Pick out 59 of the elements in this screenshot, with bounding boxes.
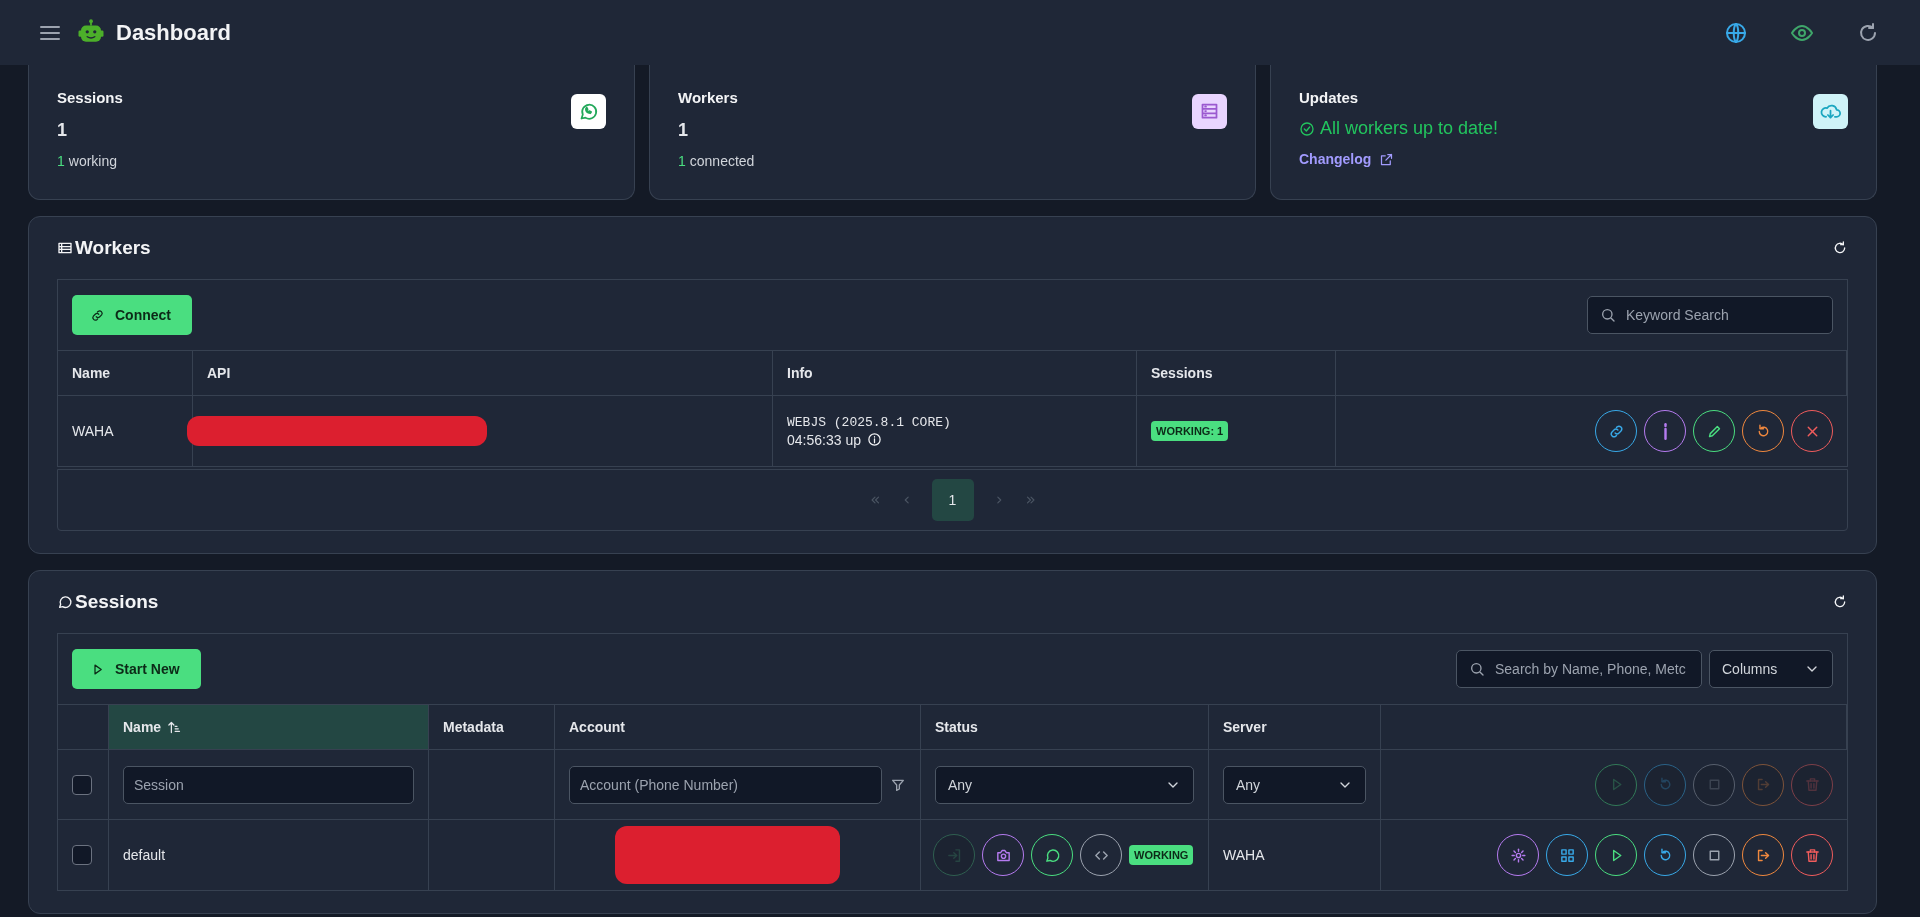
- account-filter-field[interactable]: Account (Phone Number): [569, 765, 882, 804]
- session-filter-field[interactable]: Session: [123, 765, 414, 804]
- trash-icon: [1803, 846, 1821, 864]
- status-badge: WORKING: 1: [1151, 421, 1229, 441]
- column-header[interactable]: Status: [921, 705, 1209, 750]
- search-field[interactable]: Keyword Search: [1587, 296, 1833, 334]
- info-icon: [1662, 422, 1668, 440]
- login-icon: [945, 846, 963, 864]
- update-status: All workers up to date!: [1320, 118, 1499, 139]
- stat-value: 1: [57, 120, 68, 141]
- checkbox[interactable]: [72, 845, 92, 865]
- server-filter-dropdown[interactable]: Any: [1223, 765, 1366, 804]
- page-title: Dashboard: [116, 19, 231, 46]
- column-header[interactable]: Account: [555, 705, 921, 750]
- chat-bubble-icon: [1043, 846, 1061, 864]
- table-cell: default: [109, 820, 429, 890]
- section-title: Workers: [75, 237, 151, 259]
- globe-icon[interactable]: [1724, 20, 1748, 45]
- engine-version: WEBJS (2025.8.1 CORE): [787, 414, 951, 430]
- column-header[interactable]: Name: [109, 705, 429, 750]
- card-title: Updates: [1299, 89, 1360, 106]
- column-header[interactable]: Metadata: [429, 705, 555, 750]
- trash-icon: [1803, 776, 1821, 793]
- server-stack-icon: [1199, 101, 1220, 122]
- section-title: Sessions: [75, 591, 159, 613]
- column-header[interactable]: API: [193, 351, 773, 396]
- changelog-link[interactable]: Changelog: [1299, 151, 1372, 167]
- stat-label: connected: [689, 153, 755, 169]
- search-field[interactable]: Search by Name, Phone, Metc: [1456, 650, 1702, 688]
- column-header[interactable]: Sessions: [1137, 351, 1336, 396]
- refresh-icon[interactable]: [1832, 594, 1848, 610]
- column-header[interactable]: Name: [58, 351, 193, 396]
- status-filter-dropdown[interactable]: Any: [935, 765, 1194, 804]
- external-link-icon[interactable]: [1379, 151, 1395, 167]
- card-title: Workers: [678, 89, 739, 106]
- status-badge: WORKING: [1129, 845, 1194, 865]
- column-header[interactable]: Server: [1209, 705, 1381, 750]
- info-icon[interactable]: [866, 432, 882, 447]
- chat-bubble-icon: [57, 594, 73, 610]
- link-icon: [90, 307, 105, 323]
- table-cell: WAHA: [1209, 820, 1381, 890]
- checkbox[interactable]: [72, 774, 92, 795]
- connect-button[interactable]: Connect: [72, 295, 192, 335]
- settings-icon: [1509, 846, 1527, 864]
- page-button[interactable]: 1: [931, 479, 974, 521]
- stat-count: 1: [678, 153, 686, 169]
- columns-dropdown[interactable]: Columns: [1709, 650, 1833, 688]
- column-header[interactable]: Info: [773, 351, 1137, 396]
- card-title: Sessions: [57, 89, 124, 106]
- sort-ascending-icon: [167, 719, 183, 735]
- uptime-text: 04:56:33 up: [787, 431, 861, 448]
- stat-label: working: [68, 153, 118, 169]
- list-icon: [57, 240, 73, 256]
- chat-bubble-icon: [578, 101, 599, 122]
- refresh-icon[interactable]: [1832, 240, 1848, 256]
- stat-count: 1: [57, 153, 65, 169]
- stat-value: 1: [678, 120, 689, 141]
- start-new-button[interactable]: Start New: [72, 649, 201, 689]
- grid-icon: [1558, 846, 1576, 864]
